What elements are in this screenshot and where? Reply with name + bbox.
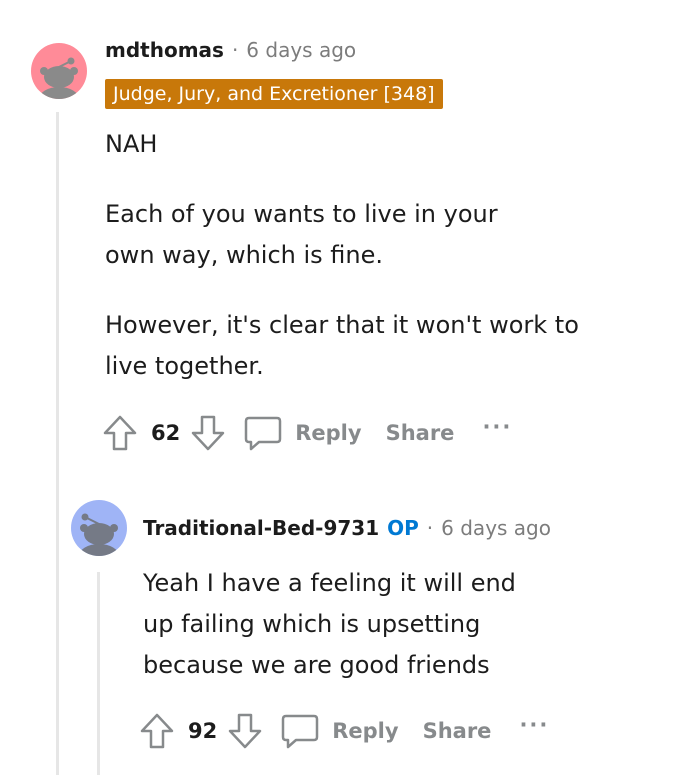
avatar[interactable] [31, 43, 87, 99]
comment-paragraph: NAH [105, 130, 158, 158]
thread-line-reply[interactable] [97, 572, 100, 775]
comment-header: mdthomas · 6 days ago [105, 38, 356, 62]
timestamp[interactable]: 6 days ago [246, 38, 356, 62]
reply-button[interactable]: Reply [243, 414, 362, 452]
username[interactable]: mdthomas [105, 38, 224, 62]
vote-count: 62 [151, 421, 181, 445]
action-bar: 92 Reply Share ··· [139, 711, 549, 751]
reply-button[interactable]: Reply [280, 712, 399, 750]
op-badge: OP [387, 516, 419, 540]
reply-label[interactable]: Reply [295, 421, 361, 445]
comment-icon [281, 714, 319, 749]
avatar[interactable] [71, 500, 127, 556]
comment-body: NAH Each of you wants to live in your ow… [105, 124, 605, 387]
comment-paragraph: However, it's clear that it won't work t… [105, 311, 579, 380]
upvote-icon[interactable] [139, 712, 175, 750]
action-bar: 62 Reply Share ··· [102, 413, 512, 453]
more-options-icon[interactable]: ··· [519, 713, 549, 737]
downvote-icon[interactable] [227, 712, 263, 750]
separator: · [426, 516, 434, 540]
share-button[interactable]: Share [386, 421, 455, 445]
username[interactable]: Traditional-Bed-9731 [143, 516, 379, 540]
comment-icon [244, 416, 282, 451]
reply-label[interactable]: Reply [332, 719, 398, 743]
thread-line-main[interactable] [56, 112, 59, 775]
snoo-avatar-icon [79, 513, 119, 556]
snoo-avatar-icon [39, 57, 79, 99]
downvote-icon[interactable] [190, 414, 226, 452]
comment-header: Traditional-Bed-9731 OP · 6 days ago [143, 516, 551, 540]
share-button[interactable]: Share [423, 719, 492, 743]
user-flair: Judge, Jury, and Excretioner [348] [105, 79, 443, 109]
comment-paragraph: Each of you wants to live in your own wa… [105, 200, 498, 269]
separator: · [231, 38, 239, 62]
more-options-icon[interactable]: ··· [482, 415, 512, 439]
timestamp[interactable]: 6 days ago [441, 516, 551, 540]
comment-body: Yeah I have a feeling it will end up fai… [143, 563, 563, 686]
vote-count: 92 [188, 719, 218, 743]
comment-paragraph: Yeah I have a feeling it will end up fai… [143, 569, 516, 679]
upvote-icon[interactable] [102, 414, 138, 452]
